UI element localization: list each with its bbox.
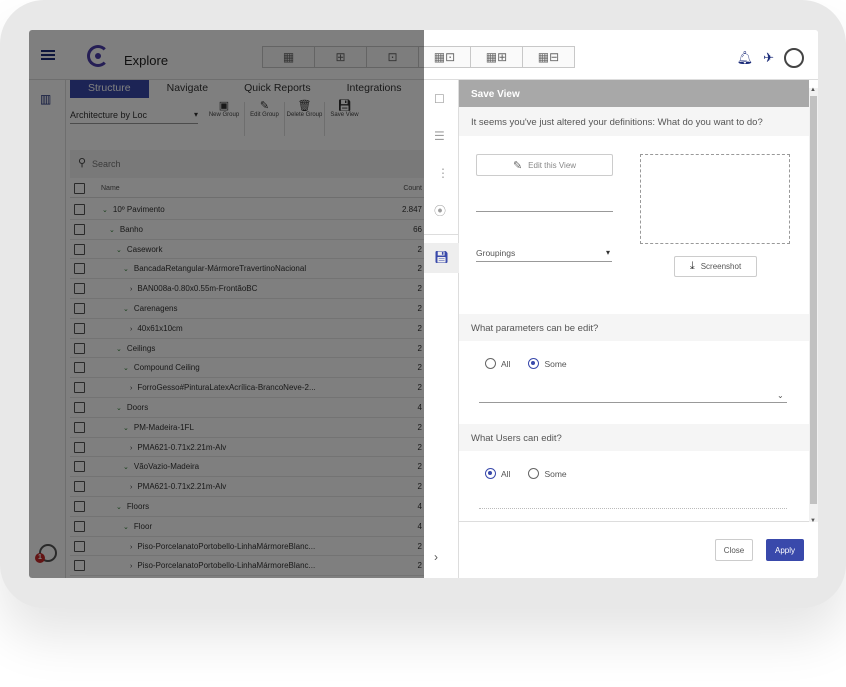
- edit-view-button[interactable]: ✎ Edit this View: [476, 154, 613, 176]
- screenshot-preview: [640, 154, 790, 244]
- scroll-down-icon[interactable]: ▼: [810, 518, 816, 524]
- params-some-label: Some: [544, 358, 567, 369]
- users-section-title: What Users can edit?: [459, 424, 809, 451]
- params-section-title: What parameters can be edit?: [459, 314, 809, 341]
- app-screen: Explore ▦ ⊞ ⊡ ▦⊡ ▦⊞ ▦⊟ 🔔︎ ✈︎ ▥ 1 Structu…: [29, 30, 818, 578]
- view-name-field[interactable]: [476, 211, 613, 212]
- right-drawer: ☐ ☰ ⋮ ⦿ 💾︎ › Save View It seems you've j…: [424, 80, 818, 578]
- save-view-dialog: Save View It seems you've just altered y…: [459, 80, 809, 578]
- filter-icon[interactable]: ☰: [434, 129, 445, 143]
- scroll-up-icon[interactable]: ▲: [810, 87, 816, 93]
- dialog-title: Save View: [459, 80, 809, 107]
- drawer-sidebar: ☐ ☰ ⋮ ⦿ 💾︎ ›: [424, 80, 459, 578]
- close-button[interactable]: Close: [715, 539, 753, 561]
- download-icon: ⤓: [689, 260, 695, 272]
- params-radio-group: All Some: [485, 358, 567, 369]
- top-icons: 🔔︎ ✈︎: [737, 48, 804, 68]
- edit-view-label: Edit this View: [528, 160, 577, 170]
- avatar[interactable]: [784, 48, 804, 68]
- device-frame: Explore ▦ ⊞ ⊡ ▦⊡ ▦⊞ ▦⊟ 🔔︎ ✈︎ ▥ 1 Structu…: [0, 0, 846, 608]
- params-all-radio[interactable]: [485, 358, 496, 369]
- modal-backdrop[interactable]: [29, 30, 424, 578]
- users-some-radio[interactable]: [528, 468, 540, 479]
- location-pin-icon[interactable]: ⦿: [434, 202, 446, 219]
- params-some-radio[interactable]: [528, 358, 540, 369]
- save-icon[interactable]: 💾︎: [434, 250, 449, 264]
- footer-divider: [459, 521, 809, 522]
- apply-button[interactable]: Apply: [766, 539, 804, 561]
- users-all-radio[interactable]: [485, 468, 496, 479]
- plane-icon[interactable]: ✈︎: [763, 50, 774, 66]
- screenshot-button[interactable]: ⤓ Screenshot: [674, 256, 757, 277]
- params-select[interactable]: [479, 402, 787, 403]
- sidebar-divider: [424, 234, 459, 235]
- users-radio-group: All Some: [485, 468, 567, 479]
- groupings-select[interactable]: Groupings: [476, 248, 612, 262]
- users-all-label: All: [501, 468, 511, 479]
- chevron-right-icon[interactable]: ›: [434, 550, 438, 564]
- bell-icon[interactable]: 🔔︎: [737, 50, 754, 66]
- dialog-question: It seems you've just altered your defini…: [459, 107, 809, 136]
- more-icon[interactable]: ⋮: [437, 166, 449, 180]
- toolbar-button-5[interactable]: ▦⊞: [470, 46, 523, 68]
- dialog-scrollbar[interactable]: ▲ ▼: [809, 87, 818, 524]
- params-all-label: All: [501, 358, 511, 369]
- toolbar-button-4[interactable]: ▦⊡: [418, 46, 471, 68]
- chevron-down-icon[interactable]: ⌄: [777, 391, 784, 400]
- pencil-icon: ✎: [512, 159, 523, 172]
- users-some-label: Some: [544, 468, 567, 479]
- scroll-thumb[interactable]: [810, 96, 817, 504]
- toolbar-button-6[interactable]: ▦⊟: [522, 46, 575, 68]
- screenshot-label: Screenshot: [700, 262, 742, 271]
- square-icon[interactable]: ☐: [434, 92, 445, 106]
- users-select[interactable]: [479, 508, 787, 509]
